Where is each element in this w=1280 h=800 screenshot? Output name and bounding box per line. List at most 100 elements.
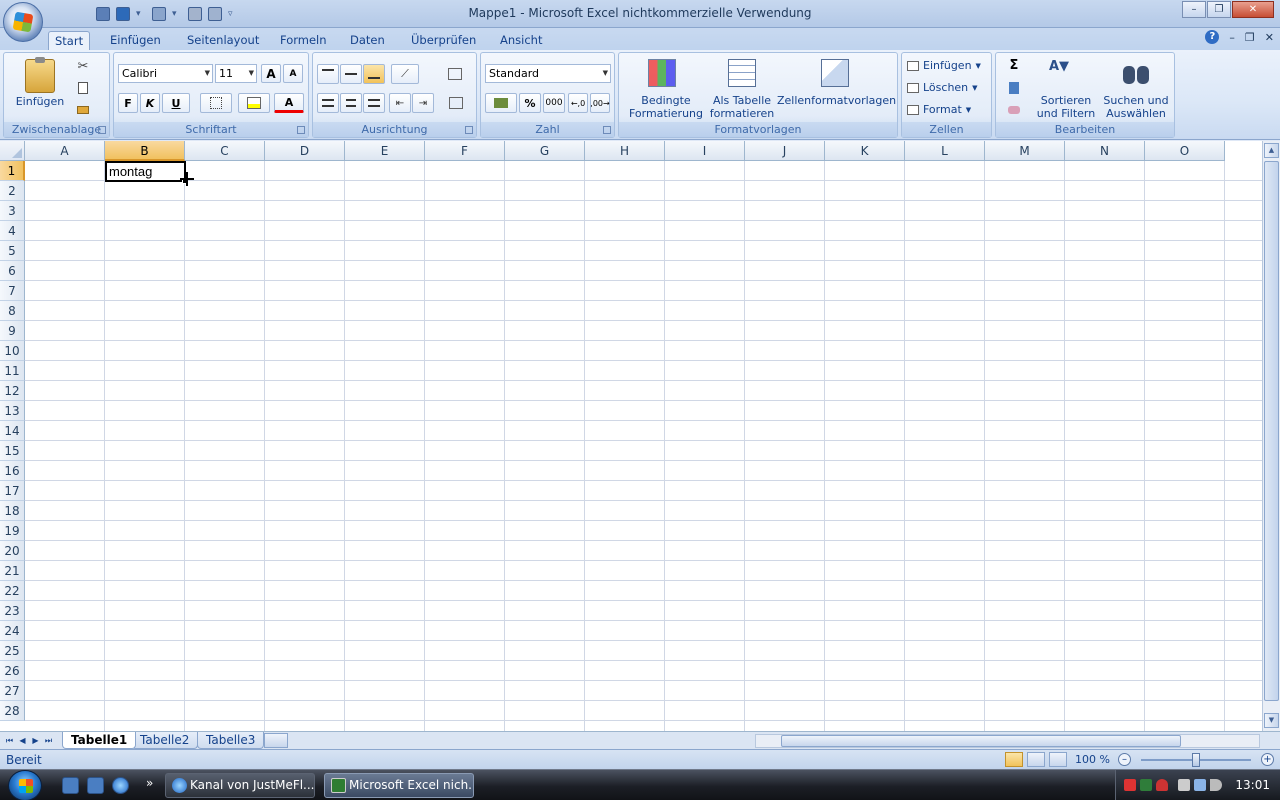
borders-button[interactable] (200, 93, 232, 113)
font-color-button[interactable]: A (274, 93, 304, 113)
copy-icon[interactable] (74, 79, 92, 97)
bold-button[interactable]: F (118, 93, 138, 113)
row-header-5[interactable]: 5 (0, 241, 25, 261)
switch-windows-icon[interactable] (87, 777, 104, 794)
start-button[interactable] (8, 770, 42, 800)
security-shield-icon[interactable] (1156, 779, 1168, 791)
column-header-l[interactable]: L (905, 141, 985, 161)
conditional-formatting-icon[interactable] (644, 57, 680, 89)
italic-button[interactable]: K (140, 93, 160, 113)
row-header-2[interactable]: 2 (0, 181, 25, 201)
cell-styles-icon[interactable] (817, 57, 853, 89)
row-header-8[interactable]: 8 (0, 301, 25, 321)
font-launcher-icon[interactable] (297, 126, 305, 134)
select-all-button[interactable] (0, 141, 25, 161)
delete-cells-button[interactable]: Löschen ▼ (906, 78, 988, 97)
row-header-18[interactable]: 18 (0, 501, 25, 521)
row-header-10[interactable]: 10 (0, 341, 25, 361)
tray-alert-icon[interactable] (1124, 779, 1136, 791)
row-header-6[interactable]: 6 (0, 261, 25, 281)
sort-filter-icon[interactable]: A▼ (1046, 57, 1082, 89)
sort-filter-button[interactable]: Sortieren und Filtern (1032, 94, 1100, 120)
page-break-view-button[interactable] (1049, 752, 1068, 767)
column-header-e[interactable]: E (345, 141, 425, 161)
font-size-combo[interactable]: 11 ▼ (215, 64, 257, 83)
zoom-slider[interactable] (1141, 752, 1251, 767)
normal-view-button[interactable] (1005, 752, 1024, 767)
office-button[interactable] (3, 2, 43, 42)
cell-styles-button[interactable]: Zellenformatvorlagen (777, 94, 896, 107)
column-header-c[interactable]: C (185, 141, 265, 161)
fill-color-button[interactable] (238, 93, 270, 113)
format-as-table-button[interactable]: Als Tabelle formatieren (707, 94, 777, 120)
format-as-table-icon[interactable] (724, 57, 760, 89)
orientation-button[interactable]: ⟋ (391, 64, 419, 84)
conditional-formatting-button[interactable]: Bedingte Formatierung (623, 94, 709, 120)
scroll-up-icon[interactable]: ▲ (1264, 143, 1279, 158)
insert-sheet-icon[interactable] (264, 733, 288, 748)
column-header-m[interactable]: M (985, 141, 1065, 161)
column-header-a[interactable]: A (25, 141, 105, 161)
row-header-28[interactable]: 28 (0, 701, 25, 721)
row-header-24[interactable]: 24 (0, 621, 25, 641)
row-header-20[interactable]: 20 (0, 541, 25, 561)
column-header-j[interactable]: J (745, 141, 825, 161)
last-sheet-icon[interactable]: ⏭ (43, 734, 54, 747)
tray-device-icon[interactable] (1178, 779, 1190, 791)
align-center-button[interactable] (340, 93, 362, 113)
fill-icon[interactable] (1000, 78, 1028, 97)
sheet-tab-tabelle1[interactable]: Tabelle1 (62, 732, 137, 749)
accounting-format-button[interactable] (485, 93, 517, 113)
row-header-22[interactable]: 22 (0, 581, 25, 601)
network-icon[interactable] (1194, 779, 1206, 791)
minimize-button[interactable]: – (1182, 1, 1206, 18)
first-sheet-icon[interactable]: ⏮ (4, 734, 15, 747)
tab-einfuegen[interactable]: Einfügen (104, 31, 167, 50)
sheet-tab-tabelle3[interactable]: Tabelle3 (197, 732, 265, 749)
column-header-b[interactable]: B (105, 141, 185, 161)
scroll-down-icon[interactable]: ▼ (1264, 713, 1279, 728)
workbook-close-button[interactable]: ✕ (1265, 31, 1274, 44)
shrink-font-button[interactable]: A (283, 64, 303, 83)
row-header-14[interactable]: 14 (0, 421, 25, 441)
wrap-text-button[interactable] (443, 64, 467, 84)
column-header-h[interactable]: H (585, 141, 665, 161)
increase-decimal-icon[interactable]: ←,0 (568, 93, 588, 113)
row-header-9[interactable]: 9 (0, 321, 25, 341)
column-header-f[interactable]: F (425, 141, 505, 161)
thousands-separator-button[interactable]: 000 (543, 93, 565, 113)
format-painter-icon[interactable] (74, 101, 92, 119)
row-header-13[interactable]: 13 (0, 401, 25, 421)
insert-cells-button[interactable]: Einfügen ▼ (906, 56, 988, 75)
row-header-1[interactable]: 1 (0, 161, 25, 181)
show-desktop-icon[interactable] (62, 777, 79, 794)
quick-launch-more-icon[interactable]: » (146, 776, 153, 790)
row-header-4[interactable]: 4 (0, 221, 25, 241)
internet-explorer-icon[interactable] (112, 777, 129, 794)
tab-seitenlayout[interactable]: Seitenlayout (181, 31, 265, 50)
sheet-tab-tabelle2[interactable]: Tabelle2 (131, 732, 199, 749)
autosum-button[interactable]: Σ (1000, 56, 1028, 75)
row-header-19[interactable]: 19 (0, 521, 25, 541)
align-middle-button[interactable] (340, 64, 362, 84)
row-header-12[interactable]: 12 (0, 381, 25, 401)
clear-icon[interactable] (1000, 100, 1028, 119)
active-cell-b1[interactable]: montag (105, 161, 186, 182)
row-header-21[interactable]: 21 (0, 561, 25, 581)
tab-formeln[interactable]: Formeln (274, 31, 333, 50)
zoom-in-icon[interactable]: + (1261, 753, 1274, 766)
align-right-button[interactable] (363, 93, 385, 113)
number-launcher-icon[interactable] (603, 126, 611, 134)
zoom-level[interactable]: 100 % (1075, 753, 1110, 766)
row-header-27[interactable]: 27 (0, 681, 25, 701)
help-icon[interactable]: ? (1205, 30, 1220, 44)
paste-button[interactable]: Einfügen (10, 55, 70, 111)
alignment-launcher-icon[interactable] (465, 126, 473, 134)
column-header-n[interactable]: N (1065, 141, 1145, 161)
vertical-scroll-thumb[interactable] (1264, 161, 1279, 701)
row-header-26[interactable]: 26 (0, 661, 25, 681)
row-header-7[interactable]: 7 (0, 281, 25, 301)
find-select-icon[interactable] (1118, 57, 1154, 89)
decrease-decimal-icon[interactable]: ,00→ (590, 93, 610, 113)
tab-ansicht[interactable]: Ansicht (494, 31, 548, 50)
